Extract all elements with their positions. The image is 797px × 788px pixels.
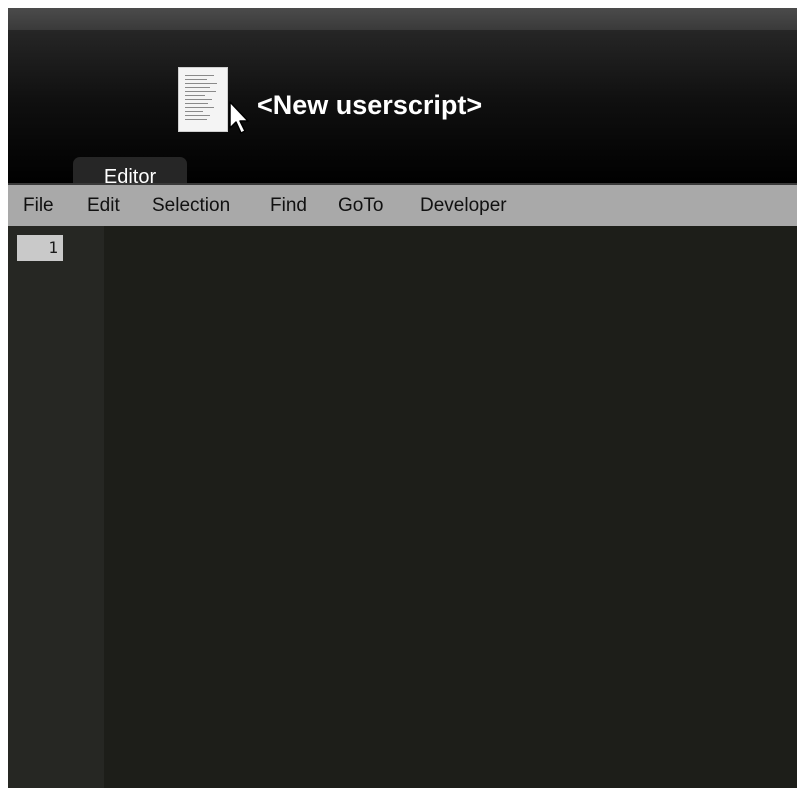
line-number: 1	[17, 235, 63, 261]
menu-item-selection[interactable]: Selection	[152, 185, 230, 226]
mouse-pointer-icon	[229, 101, 249, 134]
menu-item-edit[interactable]: Edit	[87, 185, 120, 226]
script-title: <New userscript>	[257, 90, 483, 120]
userscript-editor-window: <New userscript> Editor File Edit Select…	[8, 8, 797, 788]
menu-bar: File Edit Selection Find GoTo Developer	[8, 183, 797, 226]
line-number-gutter: 1	[8, 226, 104, 788]
script-header: <New userscript> Editor	[8, 30, 797, 198]
menu-item-developer[interactable]: Developer	[420, 185, 507, 226]
menu-item-find[interactable]: Find	[270, 185, 307, 226]
code-text-area[interactable]	[104, 226, 797, 788]
code-editor: 1	[8, 226, 797, 788]
window-top-bar	[8, 8, 797, 30]
menu-item-goto[interactable]: GoTo	[338, 185, 383, 226]
menu-item-file[interactable]: File	[23, 185, 54, 226]
script-document-icon	[178, 67, 228, 132]
